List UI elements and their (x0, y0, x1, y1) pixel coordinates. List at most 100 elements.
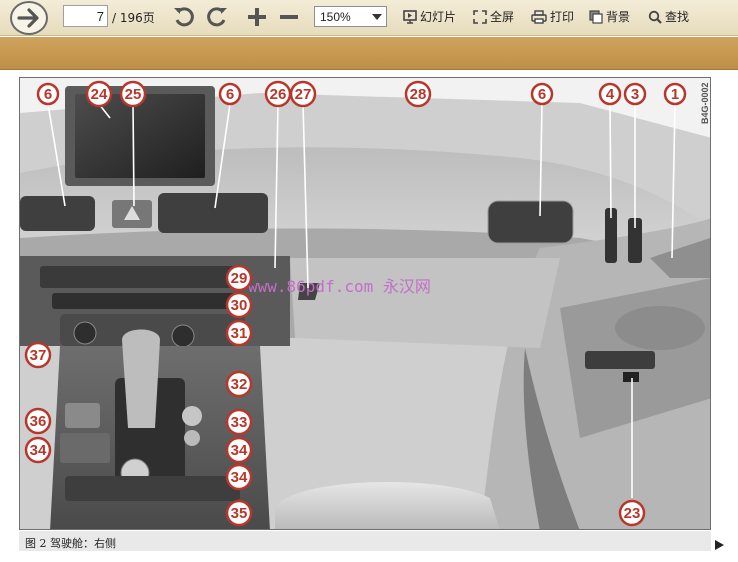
dashboard-figure: B4G-0002 www.86pdf.com 永汉网 6 24 25 6 26 … (19, 77, 711, 530)
callout-34-right: 34 (225, 436, 253, 464)
chevron-down-icon (372, 13, 382, 20)
svg-text:6: 6 (538, 86, 546, 103)
find-label: 查找 (665, 10, 690, 24)
svg-text:35: 35 (231, 505, 248, 522)
print-label: 打印 (550, 10, 575, 24)
next-page-button[interactable] (10, 1, 48, 35)
callout-35: 35 (225, 499, 253, 527)
callout-3: 3 (623, 82, 647, 106)
svg-text:26: 26 (270, 86, 287, 103)
svg-text:30: 30 (231, 297, 248, 314)
mmi-buttons (65, 476, 240, 501)
printer-icon (531, 9, 547, 24)
button-block-left (65, 403, 100, 428)
undo-icon (174, 7, 194, 27)
find-button[interactable]: 查找 (648, 8, 689, 25)
viewer-toolbar: 7 / 196页 150% 幻灯片 全屏 打印 背景 查找 (0, 0, 738, 36)
magnifier-icon (648, 10, 662, 24)
glove-box (290, 258, 560, 348)
svg-text:24: 24 (91, 86, 108, 103)
callout-34-left: 34 (24, 436, 52, 464)
slideshow-button[interactable]: 幻灯片 (403, 8, 456, 25)
fullscreen-button[interactable]: 全屏 (473, 8, 514, 25)
svg-text:1: 1 (671, 86, 679, 103)
plus-icon (248, 8, 266, 26)
svg-text:33: 33 (231, 414, 248, 431)
callout-6-right: 6 (530, 82, 554, 106)
play-arrow-icon[interactable] (713, 539, 725, 551)
svg-text:28: 28 (410, 86, 427, 103)
cockpit-illustration: B4G-0002 www.86pdf.com 永汉网 6 24 25 6 26 … (20, 78, 710, 529)
arrow-right-icon (17, 8, 39, 28)
svg-text:6: 6 (44, 86, 52, 103)
redo-button[interactable] (204, 3, 230, 31)
zoom-in-button[interactable] (244, 3, 270, 31)
callout-31: 31 (225, 319, 253, 347)
svg-text:4: 4 (606, 86, 615, 103)
svg-text:37: 37 (30, 347, 47, 364)
redo-icon (207, 7, 227, 27)
callout-23: 23 (618, 499, 646, 527)
callout-32: 32 (225, 370, 253, 398)
zoom-select[interactable]: 150% (314, 6, 387, 27)
callout-29: 29 (225, 264, 253, 292)
slideshow-label: 幻灯片 (420, 10, 457, 24)
callout-34-mmi: 34 (225, 463, 253, 491)
svg-text:6: 6 (226, 86, 234, 103)
svg-text:29: 29 (231, 270, 248, 287)
page-number-input[interactable]: 7 (63, 5, 108, 27)
mmi-screen (75, 94, 205, 178)
air-vent-left (20, 196, 95, 231)
window-switch-panel (585, 351, 655, 369)
callout-24: 24 (85, 80, 113, 108)
undo-button[interactable] (171, 3, 197, 31)
callout-30: 30 (225, 291, 253, 319)
console-knob (182, 406, 202, 426)
callout-25: 25 (119, 80, 147, 108)
callout-36: 36 (24, 407, 52, 435)
callout-28: 28 (404, 80, 432, 108)
svg-text:31: 31 (231, 325, 248, 342)
minus-icon (280, 15, 298, 19)
window-switch (623, 372, 639, 382)
fullscreen-label: 全屏 (490, 10, 515, 24)
svg-text:34: 34 (231, 442, 248, 459)
figure-code: B4G-0002 (700, 82, 710, 124)
callout-27: 27 (289, 80, 317, 108)
svg-text:32: 32 (231, 376, 248, 393)
gear-lever (122, 329, 160, 428)
air-vent-center-right (158, 193, 268, 233)
svg-text:36: 36 (30, 413, 47, 430)
svg-text:25: 25 (125, 86, 142, 103)
callout-6-left: 6 (36, 82, 60, 106)
svg-text:27: 27 (295, 86, 312, 103)
svg-text:23: 23 (624, 505, 641, 522)
callout-26: 26 (264, 80, 292, 108)
slideshow-icon (403, 9, 417, 24)
callout-37: 37 (24, 341, 52, 369)
callout-33: 33 (225, 408, 253, 436)
toolbar-band (0, 37, 738, 70)
figure-caption: 图 2 驾驶舱：右侧 (19, 531, 711, 551)
callout-4: 4 (598, 82, 622, 106)
console-button-panel (60, 433, 110, 463)
zoom-value: 150% (320, 9, 351, 24)
page-number-value: 7 (96, 8, 104, 24)
radio-buttons-row (52, 293, 242, 309)
watermark: www.86pdf.com 永汉网 (248, 277, 431, 296)
callout-1: 1 (663, 82, 687, 106)
air-vent-passenger (487, 200, 574, 244)
print-button[interactable]: 打印 (531, 8, 574, 25)
background-icon (589, 9, 603, 24)
radio-slot (40, 266, 245, 288)
zoom-out-button[interactable] (276, 3, 302, 31)
svg-text:34: 34 (231, 469, 248, 486)
door-handle-recess (615, 306, 705, 350)
svg-text:34: 34 (30, 442, 47, 459)
callout-6-center: 6 (218, 82, 242, 106)
fullscreen-icon (473, 9, 487, 24)
page-total: / 196页 (112, 11, 155, 25)
background-button[interactable]: 背景 (589, 8, 630, 25)
background-label: 背景 (606, 10, 631, 24)
svg-text:3: 3 (631, 86, 639, 103)
